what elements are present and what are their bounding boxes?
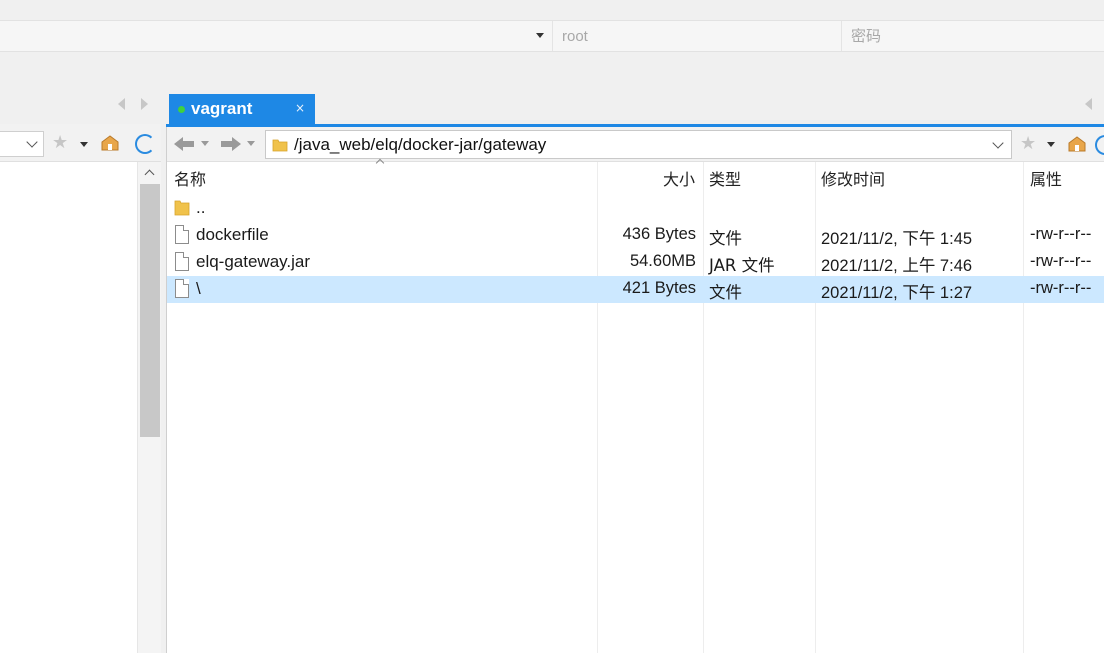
file-type: JAR 文件: [709, 256, 775, 275]
file-size: 436 Bytes: [622, 225, 696, 243]
file-row[interactable]: elq-gateway.jar 54.60MB JAR 文件 2021/11/2, 上…: [167, 249, 1104, 276]
file-type: 文件: [709, 229, 742, 248]
column-header: 名称 大小 类型 修改时间 属性: [167, 162, 1104, 195]
column-size-header[interactable]: 大小: [663, 166, 695, 190]
local-toolbar: ★: [0, 124, 161, 162]
close-tab-icon[interactable]: ×: [295, 101, 305, 115]
file-modified: 2021/11/2, 下午 1:27: [821, 284, 973, 302]
refresh-icon[interactable]: [1095, 135, 1104, 155]
file-row[interactable]: \ 421 Bytes 文件 2021/11/2, 下午 1:27 -rw-r--r--: [167, 276, 1104, 303]
remote-path-text[interactable]: /java_web/elq/docker-jar/gateway: [294, 135, 546, 155]
bookmark-dropdown-icon[interactable]: [80, 142, 88, 147]
username-field-wrap: [553, 21, 842, 51]
refresh-icon[interactable]: [135, 134, 155, 154]
file-size: 421 Bytes: [622, 279, 696, 297]
column-name-header[interactable]: 名称: [174, 166, 206, 190]
username-input[interactable]: [553, 21, 841, 51]
file-icon: [175, 225, 189, 244]
tab-label: vagrant: [191, 99, 253, 118]
back-arrow-icon[interactable]: [173, 136, 195, 152]
home-folder-icon[interactable]: [100, 134, 120, 152]
file-name: elq-gateway.jar: [196, 252, 311, 271]
home-folder-icon[interactable]: [1067, 135, 1087, 153]
connection-bar: [0, 20, 1104, 52]
folder-icon: [272, 139, 288, 152]
tab-session-vagrant[interactable]: vagrant ×: [169, 94, 315, 124]
connected-status-icon: [178, 106, 185, 113]
column-modified-header[interactable]: 修改时间: [821, 166, 885, 190]
password-field-wrap: [842, 21, 1104, 51]
chevron-down-icon[interactable]: [992, 137, 1004, 149]
local-pane: ★: [0, 124, 161, 653]
file-permissions: -rw-r--r--: [1030, 252, 1092, 270]
file-modified: 2021/11/2, 上午 7:46: [821, 257, 973, 275]
file-permissions: -rw-r--r--: [1030, 225, 1092, 243]
file-modified: 2021/11/2, 下午 1:45: [821, 230, 973, 248]
file-permissions: -rw-r--r--: [1030, 279, 1092, 297]
forward-history-dropdown-icon[interactable]: [247, 141, 255, 146]
bookmark-star-icon[interactable]: ★: [52, 134, 68, 152]
title-strip: [0, 0, 1104, 20]
file-row[interactable]: ..: [167, 195, 1104, 222]
tab-scroll-left-icon[interactable]: [118, 98, 126, 110]
remote-pane: /java_web/elq/docker-jar/gateway ★ 名称 大小…: [166, 127, 1104, 653]
local-path-dropdown[interactable]: [0, 131, 44, 157]
bookmark-dropdown-icon[interactable]: [1047, 142, 1055, 147]
file-name: dockerfile: [196, 225, 269, 244]
file-name: \: [196, 279, 201, 298]
remote-path-field[interactable]: /java_web/elq/docker-jar/gateway: [265, 130, 1012, 159]
tab-scroll-right-icon[interactable]: [141, 98, 149, 110]
tab-row: [0, 52, 1104, 124]
file-type: 文件: [709, 283, 742, 302]
file-icon: [175, 252, 189, 271]
file-icon: [175, 279, 189, 298]
column-permissions-header[interactable]: 属性: [1030, 166, 1062, 190]
bookmark-star-icon[interactable]: ★: [1020, 135, 1036, 153]
local-scrollbar[interactable]: [137, 162, 161, 653]
file-size: 54.60MB: [629, 252, 696, 270]
scroll-up-icon[interactable]: [144, 169, 155, 180]
back-history-dropdown-icon[interactable]: [201, 141, 209, 146]
tab-scroll-left-icon-remote[interactable]: [1085, 98, 1093, 110]
forward-arrow-icon[interactable]: [220, 136, 242, 152]
file-name: ..: [196, 198, 206, 217]
chevron-down-icon[interactable]: [26, 136, 38, 148]
remote-toolbar: /java_web/elq/docker-jar/gateway ★: [167, 127, 1104, 162]
host-dropdown[interactable]: [0, 21, 553, 51]
scrollbar-thumb[interactable]: [140, 184, 160, 437]
password-input[interactable]: [842, 21, 1104, 51]
folder-icon: [174, 200, 190, 216]
dropdown-arrow-icon[interactable]: [536, 33, 544, 38]
file-row[interactable]: dockerfile 436 Bytes 文件 2021/11/2, 下午 1:45 -…: [167, 222, 1104, 249]
column-type-header[interactable]: 类型: [709, 166, 741, 190]
